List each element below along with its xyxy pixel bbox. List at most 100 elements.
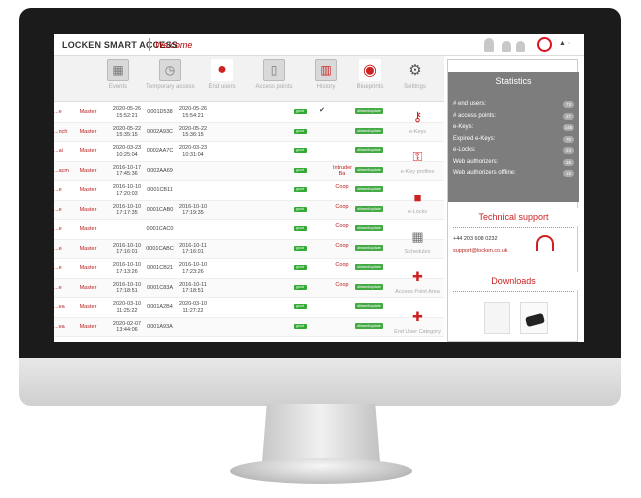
state-badge: good: [292, 108, 308, 115]
date-cell: 2016-10-10 17:13:26: [112, 262, 142, 275]
door-icon: ▯: [263, 59, 285, 81]
stat-label: Expired e-Keys:: [453, 135, 496, 142]
access-point-area-icon: ✚: [412, 269, 423, 284]
e-key-icon: ⚷: [412, 109, 423, 124]
side-tool-e-locks[interactable]: ■ e-Locks: [391, 187, 444, 227]
user-name[interactable]: ...e: [54, 207, 68, 214]
date-cell: [176, 321, 210, 328]
support-email[interactable]: support@locken.co.uk: [453, 248, 508, 254]
stat-badge: 27: [563, 112, 574, 120]
action-button[interactable]: allowed/update: [354, 225, 384, 232]
stat-row: # end users: 73: [453, 100, 574, 110]
action-button[interactable]: allowed/update: [354, 205, 384, 213]
key-code-cell: 0001D538: [147, 109, 173, 115]
action-button[interactable]: allowed/update: [354, 186, 384, 193]
user-name[interactable]: ...ai: [54, 148, 68, 155]
side-tool-schedules[interactable]: ▦ Schedules: [391, 227, 444, 267]
user-menu[interactable]: ▲ ·: [559, 40, 570, 47]
zone-cell: Coop: [335, 203, 349, 210]
user-name[interactable]: ...e: [54, 109, 68, 116]
table-row[interactable]: ...e Master 0001CAC0 good Coop allowed/update: [54, 220, 444, 240]
side-tools: ⚷ e-Keys ⚿ e-Key profiles ■ e-Locks ▦ Sc…: [391, 103, 444, 342]
person-icon: ●: [211, 59, 233, 81]
table-row[interactable]: ...ai Master 2020-03-23 10:25:04 0002AA7C 202…: [54, 142, 444, 162]
user-name[interactable]: ...e: [54, 226, 68, 233]
side-tool-e-keys[interactable]: ⚷ e-Keys: [391, 107, 444, 147]
user-name[interactable]: ...e: [54, 285, 68, 292]
side-tool-e-key-profiles[interactable]: ⚿ e-Key profiles: [391, 147, 444, 187]
stat-badge: 145: [563, 124, 574, 131]
action-button[interactable]: allowed/update: [354, 322, 384, 330]
toolbar: ▦ Events ◷ Temporary access ● End users …: [54, 56, 444, 102]
action-button[interactable]: allowed/update: [354, 147, 384, 154]
stat-row: Expired e-Keys: 70: [453, 135, 574, 145]
side-tool-end-user-category[interactable]: ✚ End User Category: [391, 307, 444, 342]
state-badge: good: [292, 206, 308, 213]
date-cell: [110, 223, 144, 230]
role-cell: Master: [79, 148, 97, 154]
state-badge: good: [292, 284, 308, 291]
user-name[interactable]: ...ea: [54, 304, 68, 311]
state-badge: good: [292, 186, 308, 193]
action-button[interactable]: allowed/update: [354, 127, 384, 135]
date-cell: 2020-05-26 15:52:21: [112, 106, 142, 119]
date-cell: 2016-10-11 17:16:01: [179, 242, 207, 256]
device-download-icon[interactable]: [520, 302, 548, 334]
toolbar-history[interactable]: ▥ History: [302, 59, 350, 101]
table-row[interactable]: ...e Master 2020-05-26 15:52:21 0001D538 2020…: [54, 103, 444, 123]
toolbar-temporary-access[interactable]: ◷ Temporary access: [146, 59, 195, 101]
table-row[interactable]: ...ea Master 2020-03-10 11:25:22 0001A2B4 202…: [54, 298, 444, 318]
support-title: Technical support: [448, 208, 579, 226]
side-tool-label: Access Point Area: [395, 289, 440, 295]
user-silhouette-icon[interactable]: [502, 41, 511, 52]
table-row[interactable]: ...nch Master 2020-05-22 15:35:15 0002A93C 20…: [54, 122, 444, 142]
schedule-icon: ▦: [411, 229, 424, 244]
action-button[interactable]: allowed/update: [354, 108, 384, 115]
action-button[interactable]: allowed/update: [354, 283, 384, 291]
table-row[interactable]: ...ea Master 2020-02-07 13:44:06 0001A93A goo…: [54, 317, 444, 337]
downloads-title: Downloads: [448, 272, 579, 290]
side-tool-label: e-Keys: [408, 129, 427, 135]
table-row[interactable]: ...e Master 2016-10-10 17:17:35 0001CAB0 2016…: [54, 200, 444, 220]
date-cell: 2016-10-10 17:16:01: [112, 242, 142, 256]
toolbar-end-users[interactable]: ● End users: [198, 59, 246, 101]
action-button[interactable]: allowed/update: [354, 303, 384, 310]
action-button[interactable]: allowed/update: [354, 166, 384, 174]
table-row[interactable]: ...acm Master 2016-10-17 17:45:36 0002AA69 go…: [54, 161, 444, 181]
table-row[interactable]: ...e Master 2016-10-10 17:18:51 0001C83A 2016…: [54, 278, 444, 298]
role-cell: Master: [79, 128, 97, 135]
document-download-icon[interactable]: [484, 302, 510, 334]
user-silhouette-icon[interactable]: [484, 38, 494, 52]
user-name[interactable]: ...e: [54, 246, 68, 253]
key-code-cell: 0001A2B4: [147, 304, 173, 310]
toolbar-label: Temporary access: [146, 84, 195, 90]
user-name[interactable]: ...acm: [54, 168, 69, 175]
action-button[interactable]: allowed/update: [354, 244, 384, 252]
downloads-box: Downloads: [448, 272, 579, 342]
side-tool-access-point-area[interactable]: ✚ Access Point Area: [391, 267, 444, 307]
state-badge: good: [292, 167, 308, 174]
divider: [453, 291, 574, 292]
monitor-base: [230, 458, 412, 484]
side-tool-label: Schedules: [404, 249, 431, 255]
role-cell: Master: [79, 187, 97, 193]
table-row[interactable]: ...e Master 2016-10-10 17:20:03 0001CB11 good…: [54, 181, 444, 201]
user-name[interactable]: ...e: [54, 187, 68, 194]
key-code-cell: 0002AA7C: [146, 148, 174, 154]
table-row[interactable]: ...e Master 2016-10-10 17:16:01 0001CABC 2016…: [54, 239, 444, 259]
toolbar-settings[interactable]: ⚙ Settings: [391, 59, 439, 101]
toolbar-access-points[interactable]: ▯ Access points: [250, 59, 298, 101]
role-cell: Master: [79, 206, 97, 213]
toolbar-blueprints[interactable]: ◉ Blueprints: [346, 59, 394, 101]
user-name[interactable]: ...nch: [54, 129, 68, 136]
action-button[interactable]: allowed/update: [354, 264, 384, 271]
state-badge: good: [292, 323, 308, 330]
date-cell: 2020-05-22 15:36:15: [178, 125, 208, 139]
user-silhouette-icon[interactable]: [516, 41, 525, 52]
toolbar-events[interactable]: ▦ Events: [94, 59, 142, 101]
user-name[interactable]: ...e: [54, 265, 68, 272]
statistics-box: Statistics # end users: 73 # access points…: [448, 72, 579, 202]
user-name[interactable]: ...ea: [54, 324, 68, 331]
locken-logo-icon[interactable]: [537, 37, 552, 52]
table-row[interactable]: ...e Master 2016-10-10 17:13:26 0001CB21 2016…: [54, 259, 444, 279]
